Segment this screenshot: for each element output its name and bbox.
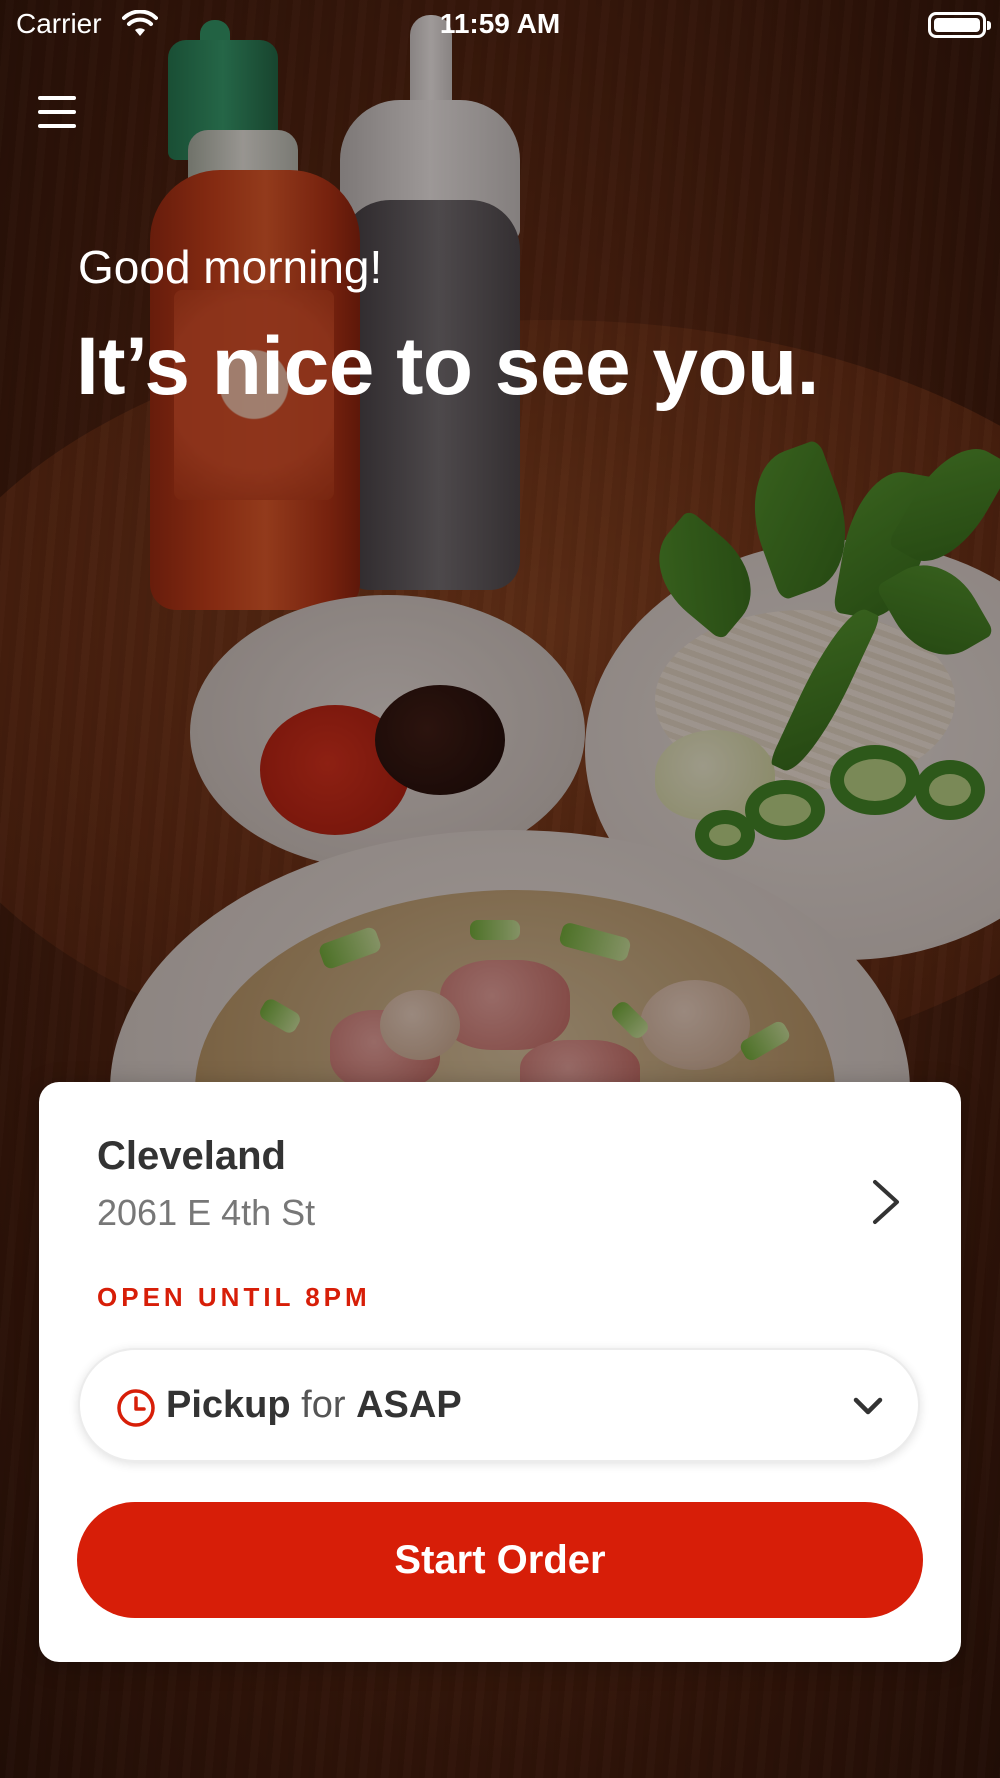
battery-icon bbox=[928, 12, 991, 38]
order-mode-connector: for bbox=[301, 1384, 346, 1426]
hours-status: OPEN UNTIL 8PM bbox=[97, 1282, 371, 1312]
start-order-button[interactable]: Start Order bbox=[77, 1502, 923, 1618]
order-mode-type: Pickup bbox=[166, 1384, 291, 1426]
location-selector[interactable]: Cleveland 2061 E 4th St bbox=[97, 1134, 903, 1264]
order-mode-text: Pickup for ASAP bbox=[166, 1384, 462, 1427]
location-card: Cleveland 2061 E 4th St OPEN UNTIL 8PM P… bbox=[39, 1082, 961, 1662]
greeting-salutation: Good morning! bbox=[78, 241, 383, 293]
greeting-headline: It’s nice to see you. bbox=[76, 321, 819, 412]
clock-icon bbox=[117, 1389, 155, 1427]
status-bar: Carrier 11:59 AM bbox=[0, 0, 1000, 50]
chevron-right-icon bbox=[873, 1180, 899, 1224]
app-screen: Carrier 11:59 AM Good morning! It’s nice… bbox=[0, 0, 1000, 1778]
hamburger-menu-icon[interactable] bbox=[28, 86, 88, 138]
location-address: 2061 E 4th St bbox=[97, 1192, 316, 1233]
order-mode-dropdown[interactable]: Pickup for ASAP bbox=[78, 1348, 920, 1462]
status-time: 11:59 AM bbox=[439, 8, 561, 39]
location-name: Cleveland bbox=[97, 1134, 286, 1178]
order-mode-time: ASAP bbox=[356, 1384, 462, 1426]
chevron-down-icon bbox=[853, 1397, 883, 1415]
